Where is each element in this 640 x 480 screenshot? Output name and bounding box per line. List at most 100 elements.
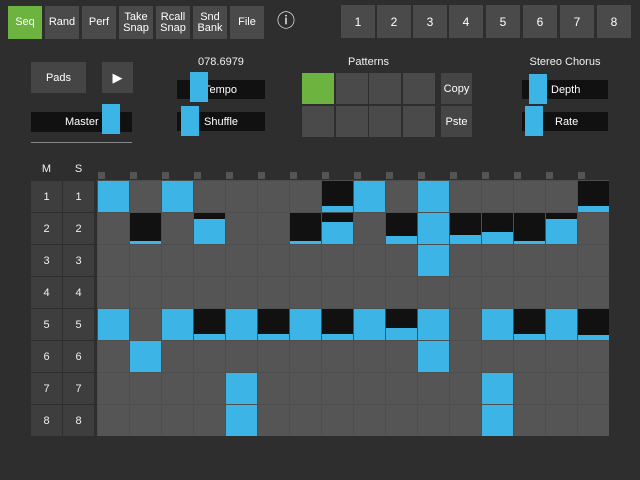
- step-cell[interactable]: [514, 341, 545, 372]
- tempo-slider-thumb[interactable]: [190, 72, 208, 102]
- solo-button-3[interactable]: 3: [63, 245, 94, 276]
- solo-button-4[interactable]: 4: [63, 277, 94, 308]
- step-cell[interactable]: [226, 213, 257, 244]
- step-cell[interactable]: [258, 405, 289, 436]
- step-cell[interactable]: [354, 405, 385, 436]
- step-cell[interactable]: [386, 213, 417, 244]
- step-cell[interactable]: [546, 373, 577, 404]
- step-cell[interactable]: [386, 277, 417, 308]
- pads-button[interactable]: Pads: [31, 62, 86, 93]
- step-cell[interactable]: [130, 245, 161, 276]
- step-cell[interactable]: [482, 277, 513, 308]
- step-cell[interactable]: [354, 373, 385, 404]
- pattern-slot-2[interactable]: [335, 73, 368, 104]
- step-cell[interactable]: [418, 405, 449, 436]
- step-cell[interactable]: [162, 373, 193, 404]
- rate-slider[interactable]: Rate: [522, 106, 608, 136]
- step-cell[interactable]: [98, 277, 129, 308]
- step-cell[interactable]: [514, 405, 545, 436]
- step-cell[interactable]: [322, 405, 353, 436]
- step-cell[interactable]: [546, 309, 577, 340]
- solo-button-7[interactable]: 7: [63, 373, 94, 404]
- step-cell[interactable]: [578, 245, 609, 276]
- master-slider-thumb[interactable]: [102, 104, 120, 134]
- step-cell[interactable]: [418, 277, 449, 308]
- step-cell[interactable]: [386, 181, 417, 212]
- bank-button-1[interactable]: 1: [341, 5, 375, 38]
- bank-button-3[interactable]: 3: [413, 5, 447, 38]
- bank-button-5[interactable]: 5: [486, 5, 520, 38]
- shuffle-slider-thumb[interactable]: [181, 106, 199, 136]
- step-cell[interactable]: [258, 309, 289, 340]
- step-cell[interactable]: [130, 277, 161, 308]
- step-cell[interactable]: [514, 277, 545, 308]
- take-snap-button[interactable]: Take Snap: [119, 6, 153, 39]
- step-cell[interactable]: [258, 373, 289, 404]
- step-cell[interactable]: [514, 181, 545, 212]
- step-cell[interactable]: [578, 373, 609, 404]
- step-cell[interactable]: [450, 213, 481, 244]
- solo-button-1[interactable]: 1: [63, 181, 94, 212]
- step-cell[interactable]: [354, 277, 385, 308]
- step-cell[interactable]: [450, 181, 481, 212]
- step-cell[interactable]: [578, 277, 609, 308]
- master-slider[interactable]: Master: [31, 104, 132, 134]
- mute-button-3[interactable]: 3: [31, 245, 62, 276]
- mute-button-2[interactable]: 2: [31, 213, 62, 244]
- info-icon[interactable]: ⓘ: [276, 11, 296, 31]
- step-cell[interactable]: [482, 213, 513, 244]
- step-cell[interactable]: [226, 277, 257, 308]
- step-cell[interactable]: [290, 341, 321, 372]
- step-cell[interactable]: [514, 373, 545, 404]
- step-cell[interactable]: [130, 405, 161, 436]
- step-cell[interactable]: [226, 373, 257, 404]
- step-cell[interactable]: [578, 341, 609, 372]
- step-cell[interactable]: [162, 405, 193, 436]
- recall-snap-button[interactable]: Rcall Snap: [156, 6, 190, 39]
- step-cell[interactable]: [322, 373, 353, 404]
- pattern-slot-7[interactable]: [369, 106, 401, 137]
- step-cell[interactable]: [546, 341, 577, 372]
- step-cell[interactable]: [162, 277, 193, 308]
- step-cell[interactable]: [450, 373, 481, 404]
- step-cell[interactable]: [130, 341, 161, 372]
- step-cell[interactable]: [258, 181, 289, 212]
- step-cell[interactable]: [98, 181, 129, 212]
- step-cell[interactable]: [98, 341, 129, 372]
- step-cell[interactable]: [226, 245, 257, 276]
- step-cell[interactable]: [418, 373, 449, 404]
- pattern-slot-4[interactable]: [402, 73, 435, 104]
- step-cell[interactable]: [418, 309, 449, 340]
- step-cell[interactable]: [290, 309, 321, 340]
- step-cell[interactable]: [258, 245, 289, 276]
- step-cell[interactable]: [386, 245, 417, 276]
- step-cell[interactable]: [258, 341, 289, 372]
- step-cell[interactable]: [514, 309, 545, 340]
- step-cell[interactable]: [578, 213, 609, 244]
- step-cell[interactable]: [322, 277, 353, 308]
- pattern-slot-1[interactable]: [302, 73, 334, 104]
- sound-bank-button[interactable]: Snd Bank: [193, 6, 227, 39]
- step-cell[interactable]: [290, 373, 321, 404]
- solo-button-2[interactable]: 2: [63, 213, 94, 244]
- step-cell[interactable]: [130, 373, 161, 404]
- bank-button-2[interactable]: 2: [377, 5, 411, 38]
- step-cell[interactable]: [482, 405, 513, 436]
- step-cell[interactable]: [98, 309, 129, 340]
- step-cell[interactable]: [162, 181, 193, 212]
- step-cell[interactable]: [546, 277, 577, 308]
- depth-slider-thumb[interactable]: [529, 74, 547, 104]
- step-cell[interactable]: [354, 181, 385, 212]
- step-cell[interactable]: [290, 213, 321, 244]
- perf-tab[interactable]: Perf: [82, 6, 116, 39]
- step-cell[interactable]: [386, 341, 417, 372]
- seq-tab[interactable]: Seq: [8, 6, 42, 39]
- step-cell[interactable]: [546, 405, 577, 436]
- step-cell[interactable]: [482, 181, 513, 212]
- copy-button[interactable]: Copy: [441, 73, 472, 104]
- step-cell[interactable]: [418, 213, 449, 244]
- mute-button-5[interactable]: 5: [31, 309, 62, 340]
- mute-button-1[interactable]: 1: [31, 181, 62, 212]
- step-cell[interactable]: [578, 309, 609, 340]
- step-cell[interactable]: [418, 181, 449, 212]
